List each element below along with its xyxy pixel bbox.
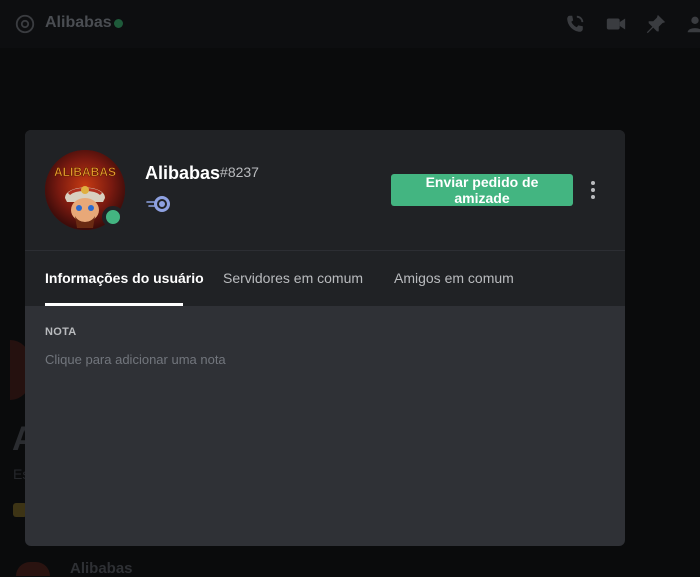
profile-header: ALIBABAS Alibabas#8237 Enviar pedido de … [25,130,625,306]
more-dot-icon [591,195,595,199]
more-dot-icon [591,181,595,185]
username: Alibabas [145,163,221,183]
background-message-avatar [16,562,50,576]
send-friend-request-button[interactable]: Enviar pedido de amizade [391,174,573,206]
note-input[interactable] [45,348,605,370]
call-icon[interactable] [564,13,586,35]
header-divider [25,250,625,251]
member-list-icon[interactable] [684,13,700,35]
channel-name: Alibabas [45,14,112,31]
discriminator: #8237 [220,164,259,180]
username-tag: Alibabas#8237 [145,163,259,184]
status-online-indicator [102,206,124,228]
more-options-button[interactable] [585,178,601,202]
avatar-logo-text: ALIBABAS [54,165,116,179]
background-message-author: Alibabas [70,560,133,577]
hypesquad-balance-icon[interactable] [145,193,175,215]
active-tab-indicator [45,303,183,306]
note-label: NOTA [45,326,77,338]
video-call-icon[interactable] [605,13,627,35]
tab-user-info[interactable]: Informações do usuário [45,270,204,286]
at-sign-icon [15,14,35,34]
tab-mutual-servers[interactable]: Servidores em comum [223,270,363,286]
user-profile-modal: ALIBABAS Alibabas#8237 Enviar pedido de … [25,130,625,546]
channel-header: Alibabas [0,0,700,48]
tab-mutual-friends[interactable]: Amigos em comum [394,270,514,286]
online-status-dot [114,19,123,28]
more-dot-icon [591,188,595,192]
pin-icon[interactable] [645,13,667,35]
